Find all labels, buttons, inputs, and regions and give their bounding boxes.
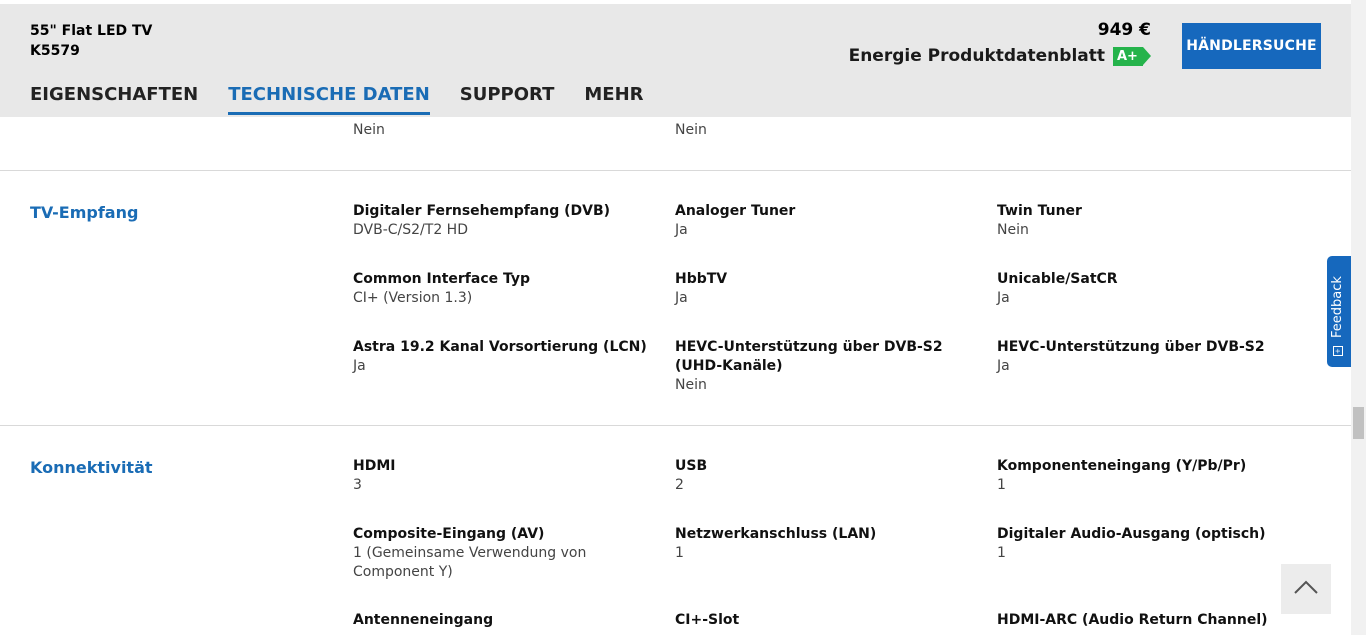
spec-label: Analoger Tuner [675, 203, 796, 219]
section-divider [0, 170, 1351, 171]
spec-item: Antenneneingang [353, 611, 653, 630]
spec-content: Nein Nein TV-Empfang Digitaler Fernsehem… [0, 117, 1351, 635]
feedback-icon: + [1332, 346, 1343, 356]
spec-value: Nein [353, 122, 385, 138]
spec-item: Twin Tuner Nein [997, 202, 1297, 240]
section-divider [0, 425, 1351, 426]
feedback-tab[interactable]: + Feedback [1327, 256, 1351, 367]
product-model-code: K5579 [30, 43, 80, 59]
spec-item: CI+-Slot [675, 611, 975, 630]
section-title-konnektivitaet: Konnektivität [30, 458, 153, 477]
spec-label: HDMI-ARC (Audio Return Channel) [997, 612, 1268, 628]
spec-value: Nein [675, 122, 707, 138]
spec-value: Ja [997, 358, 1010, 374]
spec-value: 1 [675, 545, 684, 561]
spec-label: Digitaler Fernsehempfang (DVB) [353, 203, 611, 219]
tab-technische-daten[interactable]: TECHNISCHE DATEN [228, 84, 430, 115]
tab-eigenschaften[interactable]: EIGENSCHAFTEN [30, 84, 198, 115]
spec-item: Common Interface Typ CI+ (Version 1.3) [353, 270, 653, 308]
spec-item: Komponenteneingang (Y/Pb/Pr) 1 [997, 457, 1297, 495]
spec-label: HEVC-Unterstützung über DVB-S2 [997, 339, 1265, 355]
spec-label: HEVC-Unterstützung über DVB-S2 (UHD-Kanä… [675, 339, 943, 374]
spec-item: HEVC-Unterstützung über DVB-S2 (UHD-Kanä… [675, 338, 975, 395]
spec-item: Digitaler Fernsehempfang (DVB) DVB-C/S2/… [353, 202, 653, 240]
spec-label: Netzwerkanschluss (LAN) [675, 526, 877, 542]
spec-item: HDMI 3 [353, 457, 653, 495]
spec-value: Ja [353, 358, 366, 374]
spec-item: Analoger Tuner Ja [675, 202, 975, 240]
spec-value: 2 [675, 477, 684, 493]
spec-value: Ja [997, 290, 1010, 306]
spec-item: Netzwerkanschluss (LAN) 1 [675, 525, 975, 563]
feedback-label: Feedback [1330, 276, 1345, 338]
spec-label: HbbTV [675, 271, 728, 287]
chevron-up-icon [1294, 580, 1318, 594]
spec-label: HDMI [353, 458, 396, 474]
spec-item: Astra 19.2 Kanal Vorsortierung (LCN) Ja [353, 338, 653, 376]
spec-item: Unicable/SatCR Ja [997, 270, 1297, 308]
tab-support[interactable]: SUPPORT [460, 84, 555, 115]
section-title-tv-empfang: TV-Empfang [30, 203, 139, 222]
spec-label: Common Interface Typ [353, 271, 531, 287]
spec-value: 3 [353, 477, 362, 493]
spec-value: Ja [675, 290, 688, 306]
spec-label: Astra 19.2 Kanal Vorsortierung (LCN) [353, 339, 647, 355]
product-header: 55" Flat LED TV K5579 949 € Energie Prod… [0, 0, 1351, 117]
energy-info[interactable]: Energie Produktdatenblatt A+ [849, 46, 1151, 66]
scrollbar-thumb[interactable] [1353, 407, 1364, 439]
spec-item: Composite-Eingang (AV) 1 (Gemeinsame Ver… [353, 525, 653, 582]
spec-value: 1 [997, 545, 1006, 561]
spec-value: 1 (Gemeinsame Verwendung von Component Y… [353, 545, 587, 580]
product-tabs: EIGENSCHAFTEN TECHNISCHE DATEN SUPPORT M… [30, 84, 674, 115]
spec-value: 1 [997, 477, 1006, 493]
spec-value: CI+ (Version 1.3) [353, 290, 473, 306]
product-price: 949 € [1097, 20, 1151, 40]
spec-label: Antenneneingang [353, 612, 494, 628]
product-model-name: 55" Flat LED TV [30, 23, 153, 39]
spec-label: Unicable/SatCR [997, 271, 1118, 287]
page-scrollbar[interactable] [1351, 0, 1366, 635]
back-to-top-button[interactable] [1281, 564, 1331, 614]
spec-item: HDMI-ARC (Audio Return Channel) [997, 611, 1297, 630]
spec-value: Nein [675, 377, 707, 393]
spec-label: Twin Tuner [997, 203, 1082, 219]
dealer-search-button[interactable]: HÄNDLERSUCHE [1182, 23, 1321, 69]
spec-item: Digitaler Audio-Ausgang (optisch) 1 [997, 525, 1297, 563]
spec-label: USB [675, 458, 708, 474]
energy-class-badge: A+ [1113, 46, 1151, 66]
spec-label: Composite-Eingang (AV) [353, 526, 545, 542]
spec-item: USB 2 [675, 457, 975, 495]
spec-label: Komponenteneingang (Y/Pb/Pr) [997, 458, 1247, 474]
feedback-label-wrap: + Feedback [1330, 276, 1345, 356]
spec-item: HEVC-Unterstützung über DVB-S2 Ja [997, 338, 1297, 376]
spec-item: HbbTV Ja [675, 270, 975, 308]
spec-value: Nein [997, 222, 1029, 238]
spec-value: DVB-C/S2/T2 HD [353, 222, 468, 238]
tab-mehr[interactable]: MEHR [584, 84, 643, 115]
energy-datasheet-link[interactable]: Energie Produktdatenblatt [849, 46, 1105, 66]
spec-label: Digitaler Audio-Ausgang (optisch) [997, 526, 1266, 542]
spec-label: CI+-Slot [675, 612, 740, 628]
spec-value: Ja [675, 222, 688, 238]
